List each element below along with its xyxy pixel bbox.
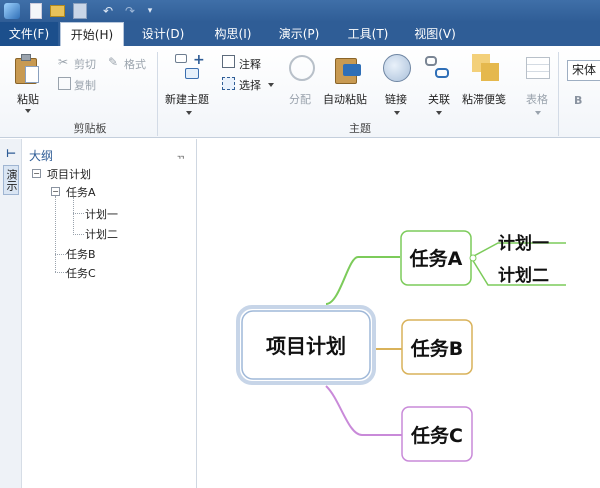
outline-item-root[interactable]: 项目计划 [47, 166, 91, 182]
task-b-label: 任务B [410, 337, 463, 360]
select-button[interactable]: 选择 [239, 77, 261, 93]
collapse-toggle-icon[interactable]: − [51, 187, 60, 196]
tab-start[interactable]: 开始(H) [60, 22, 124, 47]
central-topic[interactable]: 项目计划 [236, 305, 376, 385]
app-logo-icon[interactable] [4, 3, 20, 19]
outline-item-task-c[interactable]: 任务C [66, 265, 96, 281]
copy-button[interactable]: 复制 [74, 77, 96, 93]
paste-dropdown-icon[interactable] [25, 109, 31, 113]
task-c-label: 任务C [410, 424, 463, 447]
mindmap-svg: 项目计划 任务A 任务B 任务C 计划一 计划二 [236, 230, 566, 462]
tab-present[interactable]: 演示(P) [271, 22, 327, 46]
plan-2-label[interactable]: 计划二 [498, 265, 549, 286]
topic-group-label: 主题 [349, 122, 371, 135]
cut-button[interactable]: 剪切 [74, 56, 96, 72]
tab-idea[interactable]: 构思(I) [205, 22, 261, 46]
tree-connector [73, 197, 74, 235]
font-family-select[interactable]: 宋体 [567, 60, 600, 81]
sticky-note-icon[interactable] [472, 54, 500, 82]
menu-bar: 文件(F) 开始(H) 设计(D) 构思(I) 演示(P) 工具(T) 视图(V… [0, 22, 600, 47]
auto-paste-icon[interactable] [335, 54, 361, 84]
table-dropdown-icon[interactable] [535, 111, 541, 115]
select-icon[interactable] [222, 77, 235, 90]
relationship-button[interactable]: 关联 [428, 91, 450, 107]
paste-icon[interactable] [15, 54, 41, 84]
present-tab[interactable]: 演示 [3, 165, 19, 195]
side-panel-tabs: ⊢ 演示 [0, 139, 22, 488]
sticky-note-button[interactable]: 粘滞便笺 [462, 91, 506, 107]
link-button[interactable]: 链接 [385, 91, 407, 107]
outline-panel-title: 大纲 [29, 149, 54, 163]
format-painter-button[interactable]: 格式 [124, 56, 146, 72]
relationship-dropdown-icon[interactable] [436, 111, 442, 115]
tree-connector [73, 234, 84, 235]
outline-item-plan-1[interactable]: 计划一 [85, 206, 118, 222]
topic-task-c[interactable]: 任务C [401, 406, 473, 462]
tree-connector [55, 254, 66, 255]
relationship-icon[interactable] [425, 56, 451, 80]
outline-item-task-a[interactable]: 任务A [66, 184, 96, 200]
mindmap-canvas[interactable]: 项目计划 任务A 任务B 任务C 计划一 计划二 [198, 139, 600, 488]
undo-icon[interactable]: ↶ [100, 3, 116, 19]
collapse-toggle-icon[interactable]: − [32, 169, 41, 178]
format-painter-icon[interactable]: ✎ [108, 56, 121, 69]
tree-connector [73, 213, 84, 214]
new-topic-button[interactable]: 新建主题 [165, 91, 209, 107]
outline-item-task-b[interactable]: 任务B [66, 246, 96, 262]
tab-view[interactable]: 视图(V) [407, 22, 463, 46]
clipboard-group-label: 剪贴板 [73, 122, 107, 135]
select-dropdown-icon[interactable] [268, 83, 274, 87]
auto-paste-button[interactable]: 自动粘贴 [323, 91, 367, 107]
note-icon[interactable] [222, 55, 235, 68]
ribbon: 粘贴 ✂ 剪切 ✎ 格式 复制 剪贴板 + 新建主题 注释 选择 分配 自动粘贴… [0, 46, 600, 138]
branch-task-a [325, 256, 400, 305]
collapse-dot-icon[interactable] [469, 254, 477, 262]
open-folder-icon[interactable] [50, 5, 65, 17]
link-dropdown-icon[interactable] [394, 111, 400, 115]
outline-item-plan-2[interactable]: 计划二 [85, 226, 118, 242]
task-a-label: 任务A [409, 247, 463, 270]
outline-panel: 大纲 ᆩ − 项目计划 − 任务A 计划一 计划二 任务B 任务C [22, 139, 197, 488]
bold-button[interactable]: B [574, 94, 582, 107]
central-topic-label: 项目计划 [266, 334, 346, 358]
topic-task-b[interactable]: 任务B [401, 319, 473, 375]
cut-icon[interactable]: ✂ [58, 56, 71, 69]
split-icon[interactable] [289, 55, 315, 81]
tab-design[interactable]: 设计(D) [135, 22, 191, 46]
new-file-icon[interactable] [30, 3, 42, 19]
tab-tools[interactable]: 工具(T) [340, 22, 396, 46]
save-icon[interactable] [73, 3, 87, 19]
tree-connector [55, 272, 66, 273]
table-button[interactable]: 表格 [526, 91, 548, 107]
tree-connector [55, 196, 56, 272]
group-divider [157, 52, 158, 136]
new-topic-icon[interactable]: + [175, 52, 205, 82]
branch-task-c [325, 385, 402, 436]
title-bar: ↶ ↷ ▾ [0, 0, 600, 22]
menu-file[interactable]: 文件(F) [0, 22, 58, 46]
redo-icon[interactable]: ↷ [122, 3, 138, 19]
topic-task-a[interactable]: 任务A [400, 230, 472, 286]
table-icon[interactable] [526, 57, 550, 79]
customize-icon[interactable]: ▾ [144, 3, 156, 19]
link-icon[interactable] [383, 54, 411, 82]
note-button[interactable]: 注释 [239, 56, 261, 72]
pin-icon[interactable]: ᆩ [176, 146, 185, 161]
copy-icon[interactable] [58, 77, 71, 90]
outline-tab-icon[interactable]: ⊢ [3, 147, 19, 161]
new-topic-dropdown-icon[interactable] [186, 111, 192, 115]
split-button[interactable]: 分配 [289, 91, 311, 107]
paste-button[interactable]: 粘贴 [17, 91, 39, 107]
plan-1-label[interactable]: 计划一 [498, 233, 549, 254]
group-divider [558, 52, 559, 136]
